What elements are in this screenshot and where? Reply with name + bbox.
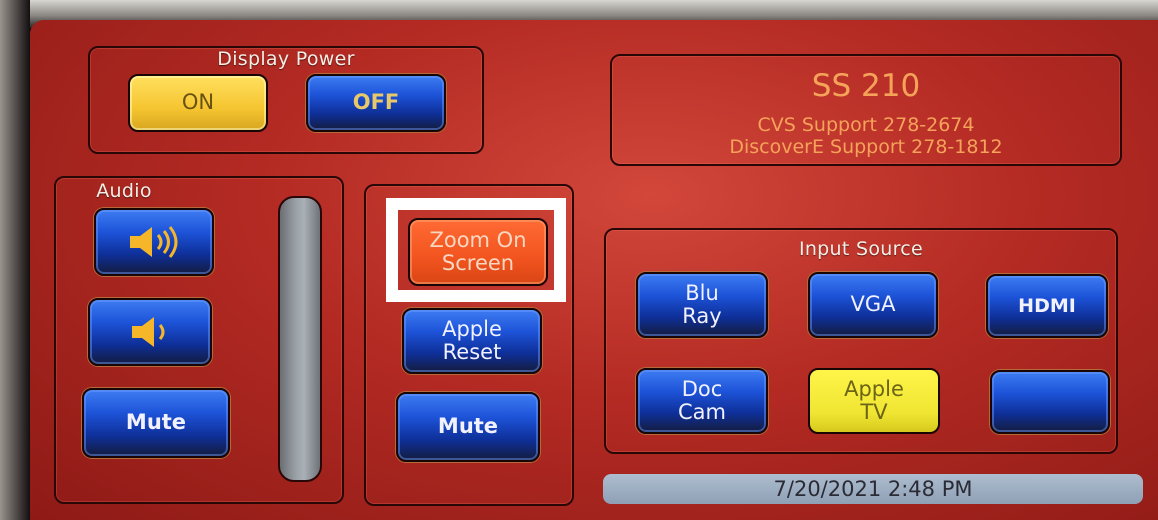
audio-mute-button[interactable]: Mute: [82, 388, 230, 458]
zoom-on-screen-button[interactable]: Zoom On Screen: [408, 218, 548, 286]
datetime-status-bar: 7/20/2021 2:48 PM: [603, 474, 1143, 504]
source-label-line1: VGA: [850, 292, 896, 317]
speaker-quiet-icon: [132, 317, 165, 347]
zoom-mute-button[interactable]: Mute: [396, 392, 540, 462]
room-name: SS 210: [811, 68, 921, 104]
source-label-line1: Blu: [685, 280, 719, 305]
display-power-panel: Display Power ON OFF: [88, 46, 484, 154]
source-label-line2: TV: [860, 400, 888, 424]
apple-reset-line2: Reset: [442, 340, 502, 364]
source-label-line1: Doc: [681, 376, 723, 401]
source-label-line2: Cam: [678, 400, 726, 424]
source-label-line1: Apple: [844, 376, 904, 401]
display-power-title: Display Power: [217, 48, 355, 70]
discovere-support-text: DiscoverE Support 278-1812: [729, 136, 1003, 158]
display-on-button[interactable]: ON: [128, 74, 268, 132]
volume-down-button[interactable]: [88, 298, 212, 366]
zoom-mute-label: Mute: [437, 414, 499, 439]
display-off-label: OFF: [352, 90, 400, 115]
source-hdmi-button[interactable]: HDMI: [986, 274, 1108, 338]
volume-up-button[interactable]: [94, 208, 214, 276]
source-blank-button[interactable]: [990, 370, 1110, 434]
source-apple-tv-button[interactable]: Apple TV: [808, 368, 940, 434]
display-off-button[interactable]: OFF: [306, 74, 446, 132]
source-vga-button[interactable]: VGA: [808, 272, 938, 338]
datetime-text: 7/20/2021 2:48 PM: [773, 477, 973, 501]
apple-reset-button[interactable]: Apple Reset: [402, 308, 542, 374]
zoom-label-line2: Screen: [441, 251, 515, 275]
display-on-label: ON: [181, 90, 215, 115]
room-info-panel: SS 210 CVS Support 278-2674 DiscoverE Su…: [610, 54, 1122, 166]
audio-title: Audio: [96, 180, 152, 202]
touch-panel-screen: Display Power ON OFF SS 210 CVS Support …: [30, 20, 1158, 520]
speaker-loud-icon: [130, 226, 178, 258]
source-blu-ray-button[interactable]: Blu Ray: [636, 272, 768, 338]
source-label-line1: HDMI: [1018, 294, 1076, 317]
apple-reset-line1: Apple: [442, 316, 502, 341]
source-doc-cam-button[interactable]: Doc Cam: [636, 368, 768, 434]
source-label-line2: Ray: [682, 304, 722, 328]
zoom-label-line1: Zoom On: [429, 227, 527, 252]
volume-slider[interactable]: [278, 196, 322, 482]
cvs-support-text: CVS Support 278-2674: [757, 114, 975, 136]
device-bezel-left: [0, 0, 30, 520]
input-source-title: Input Source: [798, 238, 924, 260]
audio-mute-label: Mute: [125, 410, 187, 435]
